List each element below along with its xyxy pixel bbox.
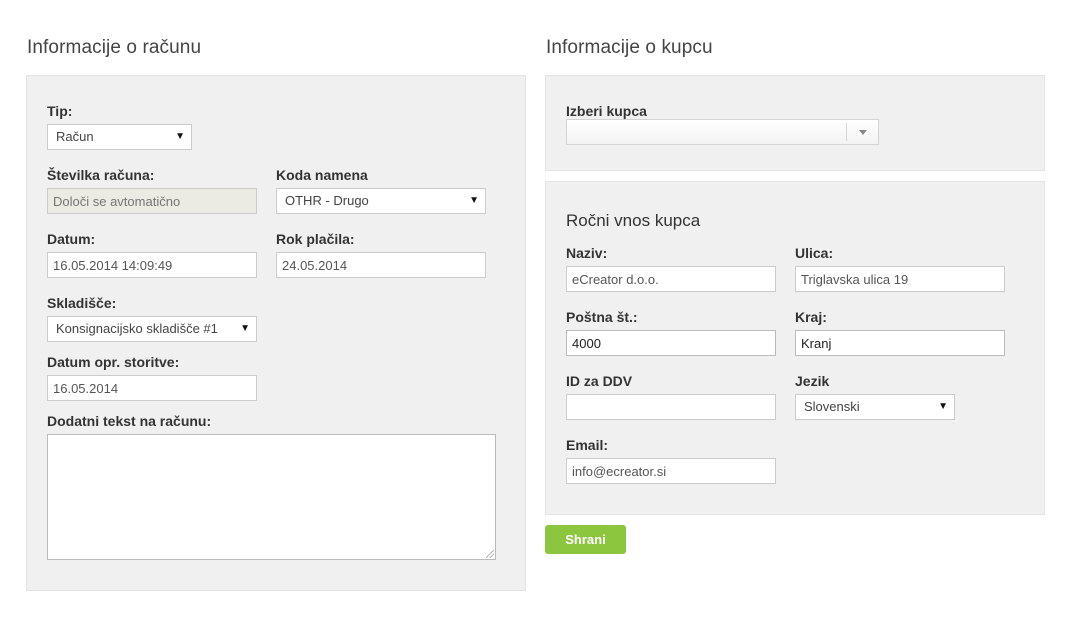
customer-name-field[interactable] [566, 266, 776, 292]
invoice-number-label: Številka računa: [47, 167, 155, 183]
type-select[interactable]: Račun ▼ [47, 124, 192, 150]
type-label: Tip: [47, 103, 73, 119]
due-date-field[interactable] [276, 252, 486, 278]
purpose-code-select[interactable]: OTHR - Drugo ▼ [276, 188, 486, 214]
invoice-section-title: Informacije o računu [27, 37, 202, 58]
extra-text-area[interactable] [47, 434, 496, 560]
warehouse-select[interactable]: Konsignacijsko skladišče #1 ▼ [47, 316, 257, 342]
extra-text-label: Dodatni tekst na računu: [47, 413, 212, 429]
street-field[interactable] [795, 266, 1005, 292]
postal-code-label: Poštna št.: [566, 309, 638, 325]
language-select[interactable]: Slovenski ▼ [795, 394, 955, 420]
manual-customer-panel: Ročni vnos kupca Naziv: Ulica: Poštna št… [545, 181, 1045, 515]
caret-down-icon: ▼ [175, 131, 185, 142]
email-field[interactable] [566, 458, 776, 484]
caret-down-icon: ▼ [938, 401, 948, 412]
street-label: Ulica: [795, 245, 834, 261]
invoice-panel: Tip: Račun ▼ Številka računa: Koda namen… [26, 75, 526, 591]
language-value: Slovenski [804, 399, 860, 414]
save-button[interactable]: Shrani [545, 525, 626, 554]
caret-down-icon: ▼ [240, 323, 250, 334]
type-select-value: Račun [56, 129, 94, 144]
email-label: Email: [566, 437, 609, 453]
date-label: Datum: [47, 231, 96, 247]
dropdown-arrow-icon[interactable] [859, 130, 867, 135]
service-date-field[interactable] [47, 375, 257, 401]
vat-id-field[interactable] [566, 394, 776, 420]
invoice-number-field[interactable] [47, 188, 257, 214]
purpose-code-label: Koda namena [276, 167, 368, 183]
choose-customer-panel: Izberi kupca [545, 75, 1045, 171]
customer-name-label: Naziv: [566, 245, 608, 261]
purpose-code-value: OTHR - Drugo [285, 193, 369, 208]
caret-down-icon: ▼ [469, 195, 479, 206]
city-label: Kraj: [795, 309, 827, 325]
due-date-label: Rok plačila: [276, 231, 355, 247]
service-date-label: Datum opr. storitve: [47, 354, 180, 370]
warehouse-label: Skladišče: [47, 295, 117, 311]
postal-code-field[interactable] [566, 330, 776, 356]
warehouse-value: Konsignacijsko skladišče #1 [56, 321, 218, 336]
choose-customer-combobox[interactable] [566, 119, 879, 145]
choose-customer-label: Izberi kupca [566, 103, 647, 119]
resize-handle-icon[interactable] [486, 550, 494, 558]
manual-entry-title: Ročni vnos kupca [566, 211, 701, 230]
date-field[interactable] [47, 252, 257, 278]
customer-section-title: Informacije o kupcu [546, 37, 713, 58]
language-label: Jezik [795, 373, 830, 389]
vat-id-label: ID za DDV [566, 373, 633, 389]
combobox-separator [846, 123, 847, 141]
city-field[interactable] [795, 330, 1005, 356]
